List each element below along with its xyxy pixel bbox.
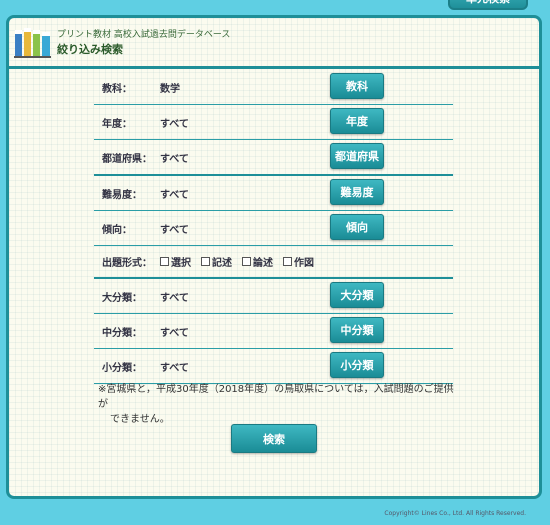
format-option-choice[interactable]: 選択 xyxy=(160,254,191,269)
filter-row-format: 出題形式： 選択 記述 論述 作図 xyxy=(94,246,453,279)
filter-row-difficulty: 難易度： すべて 難易度 xyxy=(94,176,453,211)
filter-row-year: 年度： すべて 年度 xyxy=(94,105,453,140)
minor-category-button[interactable]: 小分類 xyxy=(330,352,384,378)
filter-value: 数学 xyxy=(160,83,180,95)
filter-rows: 教科： 数学 教科 年度： すべて 年度 都道府県： すべて 都道府県 難易度：… xyxy=(94,70,453,384)
filter-value: すべて xyxy=(160,153,189,165)
filter-value: すべて xyxy=(160,224,189,236)
filter-label: 年度： xyxy=(102,118,132,130)
search-button[interactable]: 検索 xyxy=(231,424,317,453)
format-option-essay[interactable]: 論述 xyxy=(242,254,273,269)
filter-value: すべて xyxy=(160,327,189,339)
format-option-written[interactable]: 記述 xyxy=(201,254,232,269)
notice-line-1: ※宮城県と，平成30年度（2018年度）の鳥取県については，入試問題のご提供が xyxy=(98,384,454,410)
filter-value: すべて xyxy=(160,362,189,374)
difficulty-button[interactable]: 難易度 xyxy=(330,179,384,205)
page-title: 絞り込み検索 xyxy=(57,43,123,56)
middle-category-button[interactable]: 中分類 xyxy=(330,317,384,343)
panel-header: プリント教材 高校入試過去問データベース 絞り込み検索 xyxy=(9,18,539,69)
filter-row-middle-category: 中分類： すべて 中分類 xyxy=(94,314,453,349)
copyright-text: Copyright© Lines Co., Ltd. All Rights Re… xyxy=(384,510,526,517)
checkbox[interactable] xyxy=(242,257,251,266)
filter-label: 大分類： xyxy=(102,292,142,304)
filter-row-subject: 教科： 数学 教科 xyxy=(94,70,453,105)
notice-text: ※宮城県と，平成30年度（2018年度）の鳥取県については，入試問題のご提供が … xyxy=(98,382,458,427)
filter-value: すべて xyxy=(160,189,189,201)
filter-value: すべて xyxy=(160,292,189,304)
filter-row-minor-category: 小分類： すべて 小分類 xyxy=(94,349,453,384)
filter-label: 難易度： xyxy=(102,189,142,201)
filter-row-trend: 傾向： すべて 傾向 xyxy=(94,211,453,246)
filter-label: 中分類： xyxy=(102,327,142,339)
filter-label: 傾向： xyxy=(102,224,132,236)
checkbox[interactable] xyxy=(283,257,292,266)
checkbox[interactable] xyxy=(201,257,210,266)
header-subtitle: プリント教材 高校入試過去問データベース xyxy=(57,30,231,40)
books-logo-icon xyxy=(14,28,51,58)
unit-search-tab[interactable]: 単元検索 xyxy=(448,0,528,10)
filter-row-major-category: 大分類： すべて 大分類 xyxy=(94,279,453,314)
format-option-drawing[interactable]: 作図 xyxy=(283,254,314,269)
filter-label: 小分類： xyxy=(102,362,142,374)
filter-row-prefecture: 都道府県： すべて 都道府県 xyxy=(94,140,453,176)
format-options: 選択 記述 論述 作図 xyxy=(160,254,314,269)
filter-value: すべて xyxy=(160,118,189,130)
trend-button[interactable]: 傾向 xyxy=(330,214,384,240)
year-button[interactable]: 年度 xyxy=(330,108,384,134)
checkbox[interactable] xyxy=(160,257,169,266)
major-category-button[interactable]: 大分類 xyxy=(330,282,384,308)
prefecture-button[interactable]: 都道府県 xyxy=(330,143,384,169)
filter-label: 教科： xyxy=(102,83,132,95)
format-label: 出題形式： xyxy=(102,258,152,269)
filter-label: 都道府県： xyxy=(102,153,152,165)
subject-button[interactable]: 教科 xyxy=(330,73,384,99)
